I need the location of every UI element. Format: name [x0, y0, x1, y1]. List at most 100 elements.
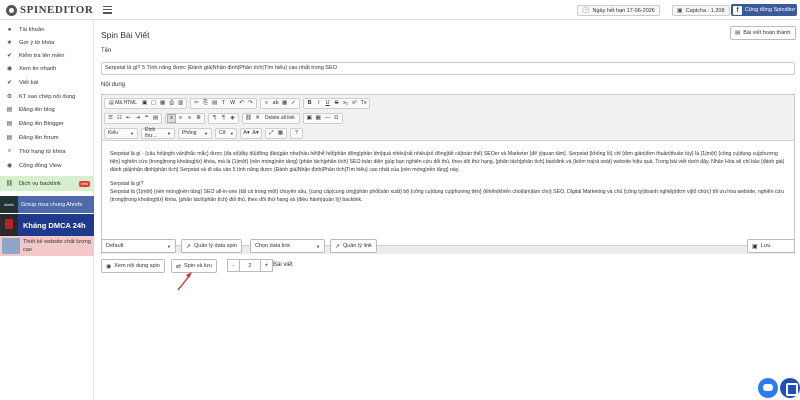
- chevron-down-icon: ▼: [130, 130, 134, 136]
- picture-icon: ▣: [677, 8, 683, 14]
- manage-spin-button[interactable]: ↗ Quản lý data spin: [181, 239, 242, 253]
- messenger-icon[interactable]: [758, 378, 778, 398]
- sidebar-item-quick-news[interactable]: ◉ Xem tin nhanh: [0, 62, 94, 75]
- community-button[interactable]: f Cộng đồng Spinditor: [731, 4, 797, 16]
- sidebar-item-backlink[interactable]: ⛓ Dịch vụ backlink new: [0, 176, 94, 191]
- language-icon[interactable]: ◈: [228, 114, 237, 123]
- paste-word-icon[interactable]: W: [228, 99, 237, 108]
- undo-icon[interactable]: ↶: [237, 99, 246, 108]
- dmca-thumbnail: [0, 214, 18, 236]
- image-icon[interactable]: ▣: [305, 114, 314, 123]
- sidebar-item-domain-check[interactable]: ✔ Kiểm tra tên miền: [0, 49, 94, 62]
- blockquote-icon[interactable]: ❝: [142, 114, 151, 123]
- bg-color-icon[interactable]: A▾: [251, 129, 260, 138]
- default-select[interactable]: Default ▼: [101, 239, 176, 253]
- brand-logo[interactable]: SPINEDITOR: [6, 3, 93, 17]
- align-left-icon[interactable]: ≡: [167, 113, 176, 123]
- save-button[interactable]: ▣ Lưu: [747, 239, 795, 253]
- sidebar-item-keyword-rank[interactable]: ⌕ Thứ hạng từ khóa: [0, 145, 94, 158]
- show-blocks-icon[interactable]: ▦: [276, 129, 285, 138]
- size-dropdown[interactable]: Cỡ ▼: [215, 127, 237, 139]
- ad-group-ahrefs[interactable]: ahrefs Group mua chung Ahrefs: [0, 196, 94, 213]
- strike-icon[interactable]: S: [332, 99, 341, 108]
- name-label: Tên: [101, 48, 112, 54]
- align-justify-icon[interactable]: ≣: [194, 114, 203, 123]
- shuffle-icon: ⇄: [176, 263, 182, 270]
- sidebar-item-community-view[interactable]: ◉ Cộng đồng View: [0, 159, 94, 172]
- finished-articles-button[interactable]: ▤ Bài viết hoàn thành: [730, 26, 796, 40]
- maximize-icon[interactable]: ⤢: [267, 129, 276, 138]
- article-count-input[interactable]: 2: [240, 259, 260, 272]
- data-link-select[interactable]: Chọn data link ▼: [250, 239, 325, 253]
- chevron-down-icon: ▼: [167, 243, 171, 249]
- print-icon[interactable]: ⎙: [167, 99, 176, 108]
- table-icon[interactable]: ▦: [314, 114, 323, 123]
- font-dropdown[interactable]: Phông ▼: [178, 127, 212, 139]
- cut-icon[interactable]: ✂: [192, 99, 201, 108]
- spin-save-button[interactable]: ⇄ Spin và lưu: [171, 259, 217, 273]
- sidebar-item-post-blog[interactable]: ▤ Đăng lên blog: [0, 103, 94, 116]
- sidebar-item-post-forum[interactable]: ▤ Đăng lên forum: [0, 131, 94, 144]
- sidebar-item-write[interactable]: ✔ Viết bài: [0, 76, 94, 89]
- check-icon: ✔: [6, 80, 13, 86]
- paste-icon[interactable]: ▤: [210, 99, 219, 108]
- format-dropdown[interactable]: Định thư... ▼: [141, 127, 175, 139]
- italic-icon[interactable]: I: [314, 99, 323, 108]
- div-icon[interactable]: ▤: [151, 114, 160, 123]
- superscript-icon[interactable]: x²: [350, 99, 359, 108]
- preview-icon[interactable]: ▦: [158, 99, 167, 108]
- underline-icon[interactable]: U: [323, 99, 332, 108]
- link-icon[interactable]: ⛓: [244, 114, 253, 123]
- phone-icon[interactable]: [780, 378, 800, 398]
- numbered-list-icon[interactable]: ☰: [106, 114, 115, 123]
- align-right-icon[interactable]: ≡: [185, 114, 194, 123]
- document-icon: ▤: [6, 135, 13, 141]
- replace-icon[interactable]: ab: [271, 99, 280, 108]
- subscript-icon[interactable]: x₂: [341, 99, 350, 108]
- chevron-down-icon: ▼: [204, 130, 208, 136]
- sidebar-item-post-blogger[interactable]: ▤ Đăng lên Blogger: [0, 117, 94, 130]
- align-center-icon[interactable]: ≡: [176, 114, 185, 123]
- paste-text-icon[interactable]: T: [219, 99, 228, 108]
- delete-all-link-button[interactable]: Delete all link: [262, 114, 298, 123]
- help-icon[interactable]: ?: [292, 129, 301, 138]
- manage-link-button[interactable]: ↗ Quản lý link: [330, 239, 377, 253]
- source-button[interactable]: ▤ Mã HTML: [106, 99, 140, 108]
- text-color-icon[interactable]: A▾: [242, 129, 251, 138]
- new-page-icon[interactable]: ▢: [149, 99, 158, 108]
- clock-icon: 🕑: [582, 8, 590, 14]
- expiry-badge: 🕑 Ngày hết hạn 17-06-2026: [577, 5, 660, 16]
- templates-icon[interactable]: ▥: [176, 99, 185, 108]
- toolbar-row-3: Kiểu ▼ Định thư... ▼ Phông ▼ Cỡ ▼ A▾ A▾ ⤢ ▦ …: [104, 127, 306, 139]
- view-spin-button[interactable]: ◉ Xem nội dung spin: [101, 259, 165, 273]
- outdent-icon[interactable]: ⇤: [124, 114, 133, 123]
- bullet-list-icon[interactable]: ☷: [115, 114, 124, 123]
- style-dropdown[interactable]: Kiểu ▼: [104, 127, 138, 139]
- horizontal-line-icon[interactable]: ―: [323, 114, 332, 123]
- bold-icon[interactable]: B: [305, 99, 314, 108]
- sidebar-item-keyword-suggest[interactable]: ★ Gợi ý từ khóa: [0, 36, 94, 49]
- ad-dmca[interactable]: Kháng DMCA 24h: [0, 214, 94, 236]
- editor-content[interactable]: Serpstat là gì - {câu hỏi|nghi vấn|thắc …: [102, 142, 794, 245]
- find-icon[interactable]: ⌕: [262, 99, 271, 108]
- brand-name: SPINEDITOR: [20, 4, 94, 16]
- rtl-icon[interactable]: ¶: [219, 114, 228, 123]
- menu-toggle-icon[interactable]: [103, 6, 112, 14]
- indent-icon[interactable]: ⇥: [133, 114, 142, 123]
- spellcheck-icon[interactable]: ✓: [289, 99, 298, 108]
- decrement-button[interactable]: -: [227, 259, 240, 272]
- copy-icon[interactable]: ⎘: [201, 99, 210, 108]
- select-all-icon[interactable]: ▦: [280, 99, 289, 108]
- remove-format-icon[interactable]: Tx: [359, 99, 368, 108]
- special-char-icon[interactable]: Ω: [332, 114, 341, 123]
- sidebar-item-account[interactable]: ● Tài khoản: [0, 23, 94, 36]
- redo-icon[interactable]: ↷: [246, 99, 255, 108]
- save-doc-icon[interactable]: ▣: [140, 99, 149, 108]
- increment-button[interactable]: +: [260, 259, 273, 272]
- check-icon: ✔: [6, 53, 13, 59]
- article-title-input[interactable]: Serpstat là gì? 5 Tính năng được {Đánh g…: [101, 62, 795, 75]
- unlink-icon[interactable]: ✕: [253, 114, 262, 123]
- ad-website-design[interactable]: Thiết kế website chất lượng cao: [0, 236, 94, 256]
- sidebar-item-copy-check[interactable]: ⚙ KT sao chép nội dung: [0, 90, 94, 103]
- ltr-icon[interactable]: ¶: [210, 114, 219, 123]
